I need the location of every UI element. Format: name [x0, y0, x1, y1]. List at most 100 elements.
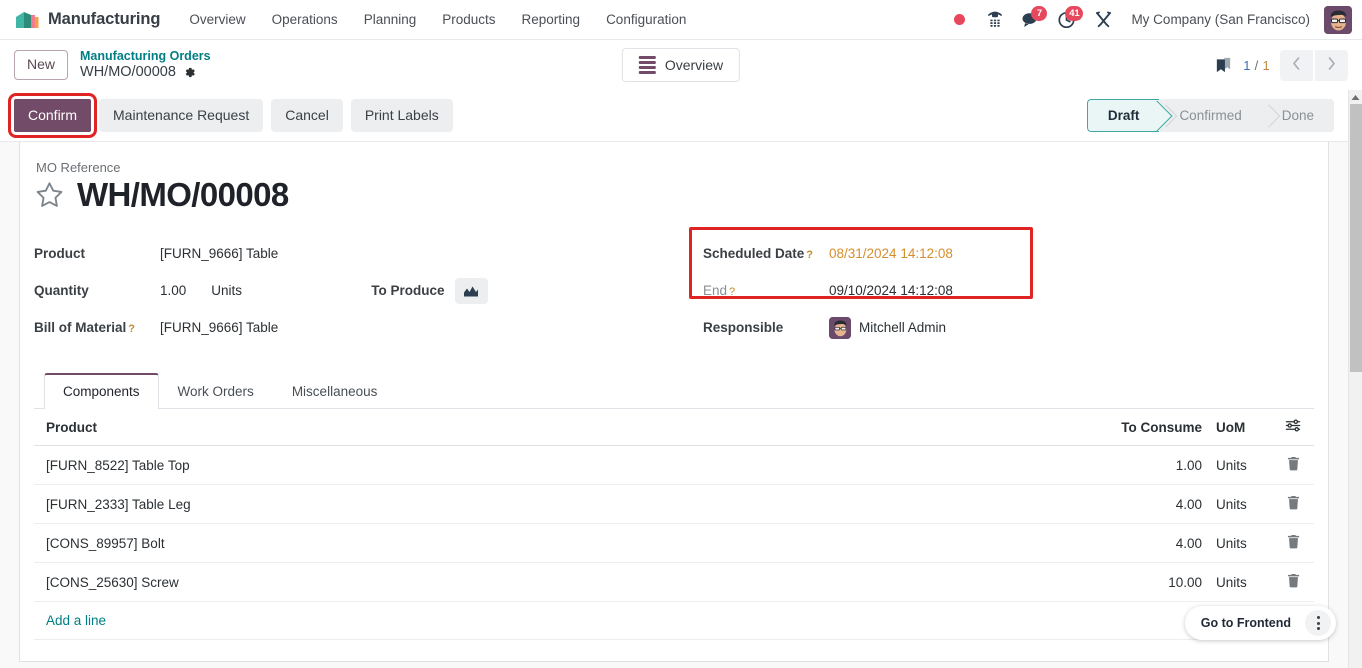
pager-total: 1 — [1262, 57, 1270, 73]
confirm-button[interactable]: Confirm — [7, 93, 98, 138]
table-row[interactable]: [FURN_8522] Table Top 1.00 Units — [34, 445, 1314, 486]
pager[interactable]: 1 / 1 — [1243, 58, 1270, 73]
go-to-frontend-widget: Go to Frontend — [1184, 606, 1336, 640]
column-settings-cell — [1272, 409, 1314, 447]
form-column-right: Scheduled Date ? 08/31/2024 14:12:08 End… — [689, 227, 1314, 346]
scroll-up-arrow-icon[interactable] — [1349, 90, 1362, 104]
wrench-tools-icon[interactable] — [1086, 5, 1120, 35]
app-brand[interactable]: Manufacturing — [8, 9, 176, 31]
trash-icon[interactable] — [1287, 456, 1300, 471]
tab-components[interactable]: Components — [44, 373, 159, 410]
field-product-label: Product — [34, 246, 86, 262]
gear-icon[interactable] — [183, 66, 196, 79]
column-header-product[interactable]: Product — [34, 409, 1096, 447]
field-bom-row: Bill of Material ? [FURN_9666] Table — [34, 309, 689, 346]
pager-next-button[interactable] — [1315, 49, 1348, 81]
components-table: Product To Consume UoM [FURN_8522] Table… — [34, 409, 1314, 603]
menu-planning[interactable]: Planning — [351, 3, 430, 36]
menu-configuration[interactable]: Configuration — [593, 3, 699, 36]
form-column-left: Product [FURN_9666] Table Quantity 1.00 … — [34, 235, 689, 346]
overview-button-label: Overview — [664, 57, 724, 73]
cell-to-consume[interactable]: 10.00 — [1096, 562, 1206, 603]
field-scheduled-date-value[interactable]: 08/31/2024 14:12:08 — [829, 246, 953, 261]
column-header-uom[interactable]: UoM — [1206, 409, 1272, 447]
column-settings-icon[interactable] — [1285, 418, 1301, 433]
statusbar-row: Confirm Maintenance Request Cancel Print… — [0, 90, 1348, 142]
maintenance-request-button[interactable]: Maintenance Request — [99, 99, 264, 132]
overview-button-wrap: Overview — [621, 48, 741, 82]
field-quantity-label: Quantity — [34, 283, 89, 299]
menu-reporting[interactable]: Reporting — [509, 3, 594, 36]
status-stage-done[interactable]: Done — [1261, 99, 1334, 132]
go-to-frontend-button[interactable]: Go to Frontend — [1191, 612, 1301, 634]
field-responsible-label: Responsible — [703, 320, 784, 336]
chevron-right-icon — [1326, 56, 1337, 74]
sheet-padding: MO Reference WH/MO/00008 Product [FURN_9… — [0, 142, 1348, 662]
cell-uom[interactable]: Units — [1206, 523, 1272, 564]
menu-products[interactable]: Products — [429, 3, 508, 36]
table-row[interactable]: [FURN_2333] Table Leg 4.00 Units — [34, 484, 1314, 525]
field-scheduled-date-label: Scheduled Date ? — [703, 246, 829, 261]
add-a-line-button[interactable]: Add a line — [34, 602, 1314, 641]
messages-menu[interactable]: 7 — [1014, 5, 1048, 35]
field-quantity-value[interactable]: 1.00 — [160, 283, 186, 298]
cell-product[interactable]: [CONS_25630] Screw — [34, 562, 1096, 603]
activities-menu[interactable]: 41 — [1050, 5, 1084, 35]
vertical-dots-icon[interactable] — [1305, 610, 1331, 636]
field-end-value[interactable]: 09/10/2024 14:12:08 — [829, 283, 953, 298]
cell-uom[interactable]: Units — [1206, 484, 1272, 525]
page-title: WH/MO/00008 — [77, 176, 289, 213]
overview-button[interactable]: Overview — [621, 48, 741, 82]
main-menu: Overview Operations Planning Products Re… — [176, 3, 699, 36]
field-end-label-text: End — [703, 283, 728, 299]
manufacturing-logo-icon — [14, 9, 39, 31]
cell-uom[interactable]: Units — [1206, 562, 1272, 603]
cell-to-consume[interactable]: 1.00 — [1096, 445, 1206, 486]
bookmark-flag-icon[interactable] — [1214, 56, 1233, 75]
tab-work-orders[interactable]: Work Orders — [159, 373, 273, 409]
table-row[interactable]: [CONS_89957] Bolt 4.00 Units — [34, 523, 1314, 564]
pager-current: 1 — [1243, 57, 1251, 73]
user-avatar[interactable] — [1324, 5, 1352, 34]
menu-operations[interactable]: Operations — [259, 3, 351, 36]
new-button[interactable]: New — [14, 50, 69, 80]
area-chart-icon[interactable] — [454, 277, 488, 304]
cancel-button[interactable]: Cancel — [271, 99, 343, 132]
dialpad-phone-icon[interactable] — [978, 5, 1012, 35]
cell-product[interactable]: [CONS_89957] Bolt — [34, 523, 1096, 564]
star-outline-icon[interactable] — [34, 180, 65, 210]
scrollbar-thumb[interactable] — [1350, 104, 1362, 372]
field-responsible-value[interactable]: Mitchell Admin — [859, 320, 946, 335]
print-labels-button[interactable]: Print Labels — [350, 99, 453, 132]
trash-icon[interactable] — [1287, 495, 1300, 510]
action-buttons: Confirm Maintenance Request Cancel Print… — [7, 93, 453, 138]
table-row[interactable]: [CONS_25630] Screw 10.00 Units — [34, 562, 1314, 603]
record-dot-icon[interactable] — [942, 5, 976, 35]
scheduled-date-help-icon[interactable]: ? — [806, 249, 813, 261]
status-stage-confirmed[interactable]: Confirmed — [1159, 99, 1262, 132]
field-scheduled-date-row: Scheduled Date ? 08/31/2024 14:12:08 — [703, 235, 1314, 272]
tab-miscellaneous[interactable]: Miscellaneous — [273, 373, 397, 409]
pager-separator: / — [1250, 57, 1263, 73]
cell-to-consume[interactable]: 4.00 — [1096, 484, 1206, 525]
control-panel: New Manufacturing Orders WH/MO/00008 Ove… — [0, 40, 1362, 90]
breadcrumb-parent[interactable]: Manufacturing Orders — [80, 49, 211, 64]
menu-overview[interactable]: Overview — [176, 3, 258, 36]
cell-to-consume[interactable]: 4.00 — [1096, 523, 1206, 564]
status-stage-draft[interactable]: Draft — [1086, 99, 1160, 132]
cell-product[interactable]: [FURN_2333] Table Leg — [34, 484, 1096, 525]
pager-buttons — [1280, 49, 1348, 81]
vertical-scrollbar[interactable] — [1348, 90, 1362, 668]
end-help-icon[interactable]: ? — [729, 286, 735, 298]
field-product-value[interactable]: [FURN_9666] Table — [160, 246, 278, 261]
sheet-inner: MO Reference WH/MO/00008 Product [FURN_9… — [20, 160, 1328, 641]
trash-icon[interactable] — [1287, 573, 1300, 588]
field-bom-value[interactable]: [FURN_9666] Table — [160, 320, 278, 335]
column-header-to-consume[interactable]: To Consume — [1096, 409, 1206, 447]
company-selector[interactable]: My Company (San Francisco) — [1122, 6, 1319, 33]
pager-previous-button[interactable] — [1280, 49, 1313, 81]
trash-icon[interactable] — [1287, 534, 1300, 549]
cell-uom[interactable]: Units — [1206, 445, 1272, 486]
bom-help-icon[interactable]: ? — [128, 323, 135, 335]
cell-product[interactable]: [FURN_8522] Table Top — [34, 445, 1096, 486]
